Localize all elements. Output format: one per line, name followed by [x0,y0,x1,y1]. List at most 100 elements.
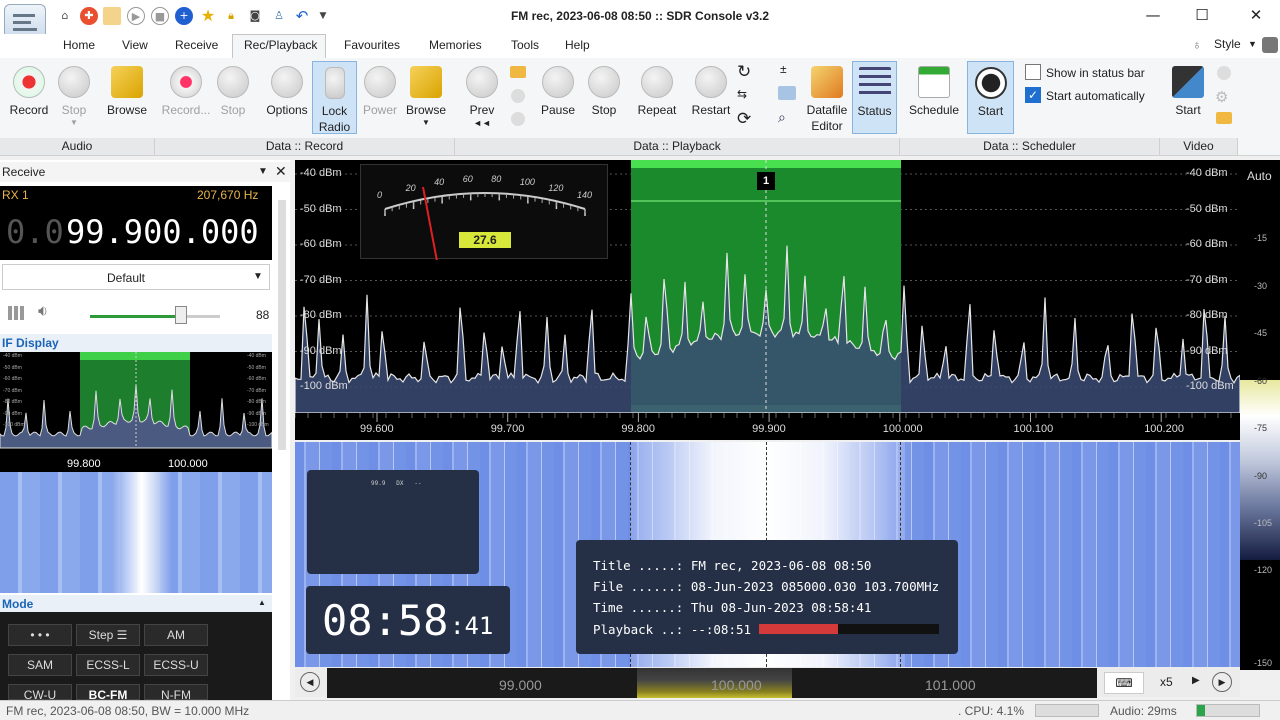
zoom-next-icon[interactable]: ▶ [1192,675,1200,686]
menu-memories[interactable]: Memories [429,38,482,52]
stop-icon [58,66,90,98]
scroll-left-icon[interactable]: ◀ [300,672,320,692]
video-gear-icon[interactable]: ⚙︎ [1215,88,1228,106]
menu-favourites[interactable]: Favourites [344,38,400,52]
auto-label[interactable]: Auto [1247,169,1272,183]
minimize-icon[interactable]: — [1138,6,1168,24]
camera-icon[interactable]: ◙ [246,7,264,25]
if-dbm-label: -70 dBm [247,387,266,394]
mode-ecss-l-button[interactable]: ECSS-L [76,654,140,676]
folder-icon[interactable] [103,7,121,25]
style-dropdown-icon[interactable]: ▼ [1248,39,1257,49]
mode-ecss-u-button[interactable]: ECSS-U [144,654,208,676]
level-scale-label: -75 [1254,423,1268,433]
dbm-label-left: -100 dBm [300,380,348,392]
playback-stop-button[interactable]: Stop [584,66,624,118]
speaker-icon[interactable]: 🔉︎ [38,303,48,321]
plus-minus-icon[interactable]: ± [780,62,787,76]
level-scale-label: -120 [1254,565,1273,575]
swap-icon[interactable]: ⇆ [737,87,747,101]
menu-view[interactable]: View [122,38,148,52]
mode-cw-u-button[interactable]: CW-U [8,684,72,700]
magnifier-icon[interactable]: ⌕ [778,109,786,126]
menu-receive[interactable]: Receive [175,38,218,52]
audio-latency: Audio: 29ms [1110,704,1177,718]
mode-bc-fm-button[interactable]: BC-FM [76,684,140,700]
prev-button[interactable]: Prev ◄◄ [462,66,502,128]
menu-tools[interactable]: Tools [511,38,539,52]
calendar-icon [918,66,950,98]
receive-dropdown-icon[interactable]: ▼ [258,166,268,177]
menu-help[interactable]: Help [565,38,590,52]
mode-n-fm-button[interactable]: N-FM [144,684,208,700]
star-icon[interactable]: ★ [199,7,217,25]
video-start-button[interactable]: Start [1166,66,1210,118]
bars-icon[interactable] [8,306,26,320]
undo-icon[interactable]: ↶ [293,7,311,25]
menu-rec-playback[interactable]: Rec/Playback [244,38,317,52]
small-stop-icon[interactable] [511,112,525,126]
play-icon[interactable]: ▶ [127,7,145,25]
schedule-button[interactable]: Schedule [906,66,962,118]
start-automatically-checkbox[interactable]: ✓ [1025,87,1041,103]
restart-button[interactable]: Restart [688,66,734,118]
repeat-button[interactable]: Repeat [634,66,680,118]
show-in-status-bar-checkbox[interactable] [1025,64,1041,80]
collapse-icon[interactable]: ▲ [258,598,266,607]
mode-more-button[interactable]: • • • [8,624,72,646]
cycle-icon[interactable]: ⟳ [737,109,751,129]
stop-icon[interactable]: ■ [151,7,169,25]
open-folder-icon[interactable] [510,66,526,78]
rx-frequency[interactable]: 99.900.000 [66,213,259,251]
refresh-icon[interactable]: ↻ [737,62,751,82]
lifebuoy-icon[interactable]: ✚ [80,7,98,25]
small-play-icon[interactable] [511,89,525,103]
menu-home[interactable]: Home [63,38,95,52]
zoom-value[interactable]: x5 [1160,675,1173,689]
keyboard-icon[interactable]: ⌨ [1104,672,1144,694]
clock-panel: 08:58 :41 [306,586,510,654]
status-button[interactable]: Status [852,61,897,134]
pause-button[interactable]: Pause [538,66,578,118]
volume-slider-thumb[interactable] [175,306,187,324]
add-icon[interactable]: + [175,7,193,25]
home-icon[interactable]: ⌂ [56,7,74,25]
collapse-ribbon-icon[interactable] [1262,37,1278,53]
quick-access-dropdown-icon[interactable]: ▼ [314,7,332,25]
if-dbm-label: -100 dBm [3,422,25,428]
left-scrollbar[interactable] [278,200,286,450]
audio-meter [1196,704,1260,717]
lock-radio-button[interactable]: Lock Radio [312,61,357,134]
video-record-icon[interactable] [1217,66,1231,80]
lock-icon[interactable]: 🔒︎ [222,7,240,25]
options-button[interactable]: Options [262,66,312,118]
data-stop-button[interactable]: Stop [214,66,252,118]
if-tick-label: 99.800 [67,458,101,470]
scroll-right-icon[interactable]: ▶ [1212,672,1232,692]
repeat-icon [641,66,673,98]
pencil-icon [811,66,843,98]
audio-browse-button[interactable]: Browse [104,66,150,118]
monitor-icon[interactable] [778,86,796,100]
if-dbm-label: -60 dBm [247,376,266,382]
mode-sam-button[interactable]: SAM [8,654,72,676]
style-menu[interactable]: Style [1214,37,1241,51]
mode-am-button[interactable]: AM [144,624,208,646]
wizard-icon[interactable]: ♙ [270,7,288,25]
data-record-button[interactable]: Record... [160,66,212,118]
playback-progress-bar[interactable] [759,624,939,634]
audio-stop-button[interactable]: Stop ▼ [54,66,94,127]
audio-record-button[interactable]: Record [6,66,52,118]
mode-step-button[interactable]: Step ☰ [76,624,140,646]
scheduler-start-button[interactable]: Start [967,61,1014,134]
preset-select[interactable]: Default ▼ [2,264,270,290]
datafile-editor-button[interactable]: Datafile Editor [803,66,851,134]
video-folder-icon[interactable] [1216,112,1232,124]
power-button[interactable]: Power [360,66,400,118]
maximize-icon[interactable]: ☐ [1187,6,1217,24]
volume-track[interactable] [90,315,220,318]
data-browse-button[interactable]: Browse ▼ [403,66,449,127]
receive-close-icon[interactable]: ✕ [275,163,287,180]
vfo-marker-label[interactable]: 1 [763,175,769,187]
close-icon[interactable]: ✕ [1241,6,1271,24]
